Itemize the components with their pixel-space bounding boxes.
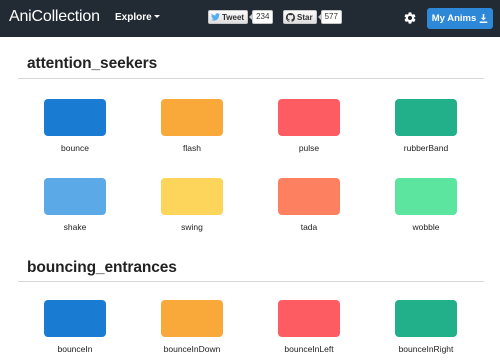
anim-label: shake (63, 222, 87, 232)
anim-label: pulse (298, 143, 320, 153)
anim-label: bounce (61, 143, 89, 153)
section-title-bouncing-entrances: bouncing_entrances (27, 259, 177, 276)
caret-down-icon (153, 15, 160, 18)
anim-swatch (395, 300, 457, 337)
anim-swatch (161, 99, 223, 136)
github-star-widget: Star 577 (283, 10, 342, 24)
settings-button[interactable] (403, 11, 417, 25)
anim-card-pulse[interactable]: pulse (264, 99, 354, 159)
gear-icon (404, 12, 416, 24)
navbar: AniCollection Explore Tweet 234 Star 577… (0, 0, 500, 37)
anim-label: wobble (412, 222, 440, 232)
star-count[interactable]: 577 (317, 10, 342, 24)
anim-swatch (44, 99, 106, 136)
anim-card-bounceinleft[interactable]: bounceInLeft (264, 300, 354, 360)
anim-swatch (278, 99, 340, 136)
github-star-button[interactable]: Star (283, 10, 317, 24)
anim-card-rubberband[interactable]: rubberBand (381, 99, 471, 159)
anim-card-wobble[interactable]: wobble (381, 178, 471, 238)
section-title-attention-seekers: attention_seekers (27, 55, 158, 72)
anim-card-shake[interactable]: shake (30, 178, 120, 238)
anim-card-bounceinright[interactable]: bounceInRight (381, 300, 471, 360)
anim-swatch (395, 99, 457, 136)
tweet-widget: Tweet 234 (208, 10, 274, 24)
twitter-icon (211, 13, 220, 21)
anim-card-swing[interactable]: swing (147, 178, 237, 238)
anim-card-flash[interactable]: flash (147, 99, 237, 159)
anim-card-tada[interactable]: tada (264, 178, 354, 238)
tweet-count[interactable]: 234 (249, 10, 274, 24)
anim-label: rubberBand (403, 143, 449, 153)
anim-label: bounceInRight (398, 344, 454, 354)
anim-swatch (161, 178, 223, 215)
section-divider (18, 78, 484, 79)
anim-swatch (278, 178, 340, 215)
anim-label: tada (300, 222, 318, 232)
my-anims-label: My Anims (431, 13, 477, 24)
explore-label: Explore (115, 12, 152, 23)
anim-label: bounceIn (57, 344, 93, 354)
anim-label: swing (181, 222, 203, 232)
tweet-button[interactable]: Tweet (208, 10, 249, 24)
github-icon (286, 12, 295, 22)
tweet-label: Tweet (222, 12, 245, 22)
anim-swatch (395, 178, 457, 215)
anim-swatch (44, 300, 106, 337)
anim-label: flash (183, 143, 201, 153)
section-divider (18, 281, 484, 282)
explore-dropdown[interactable]: Explore (115, 12, 160, 23)
anim-label: bounceInLeft (284, 344, 334, 354)
anim-card-bounceindown[interactable]: bounceInDown (147, 300, 237, 360)
star-label: Star (297, 12, 313, 22)
download-icon (480, 14, 488, 23)
anim-swatch (278, 300, 340, 337)
brand-logo[interactable]: AniCollection (9, 8, 100, 26)
anim-card-bounce[interactable]: bounce (30, 99, 120, 159)
my-anims-button[interactable]: My Anims (427, 8, 493, 29)
anim-swatch (161, 300, 223, 337)
anim-card-bouncein[interactable]: bounceIn (30, 300, 120, 360)
anim-swatch (44, 178, 106, 215)
anim-label: bounceInDown (163, 344, 221, 354)
